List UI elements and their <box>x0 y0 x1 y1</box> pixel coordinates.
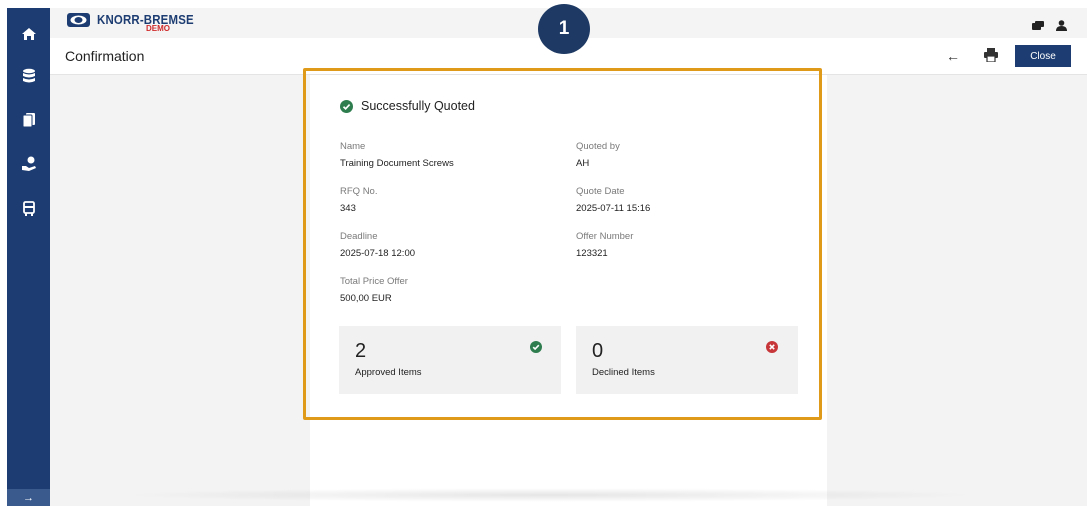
printer-icon <box>984 48 998 63</box>
page-title: Confirmation <box>65 48 145 64</box>
close-button[interactable]: Close <box>1015 45 1071 67</box>
highlight-frame <box>303 68 822 420</box>
back-button[interactable]: ← <box>946 48 960 66</box>
user-icon[interactable] <box>1056 18 1067 36</box>
step-callout-badge: 1 <box>538 4 590 54</box>
chat-icon[interactable] <box>1032 18 1044 36</box>
panel-shadow <box>120 488 980 502</box>
hand-question-icon[interactable] <box>7 151 50 177</box>
home-icon[interactable] <box>7 21 50 47</box>
knorr-bremse-logo-badge <box>67 13 90 27</box>
database-icon[interactable] <box>7 63 50 89</box>
print-button[interactable] <box>984 48 998 67</box>
documents-icon[interactable] <box>7 107 50 133</box>
logo-demo-label: DEMO <box>146 24 170 33</box>
expand-sidebar-button[interactable]: → <box>7 489 50 506</box>
arrow-right-icon: → <box>23 491 34 504</box>
sidebar: → <box>7 8 50 506</box>
arrow-left-icon: ← <box>946 48 960 64</box>
truck-icon[interactable] <box>7 196 50 222</box>
